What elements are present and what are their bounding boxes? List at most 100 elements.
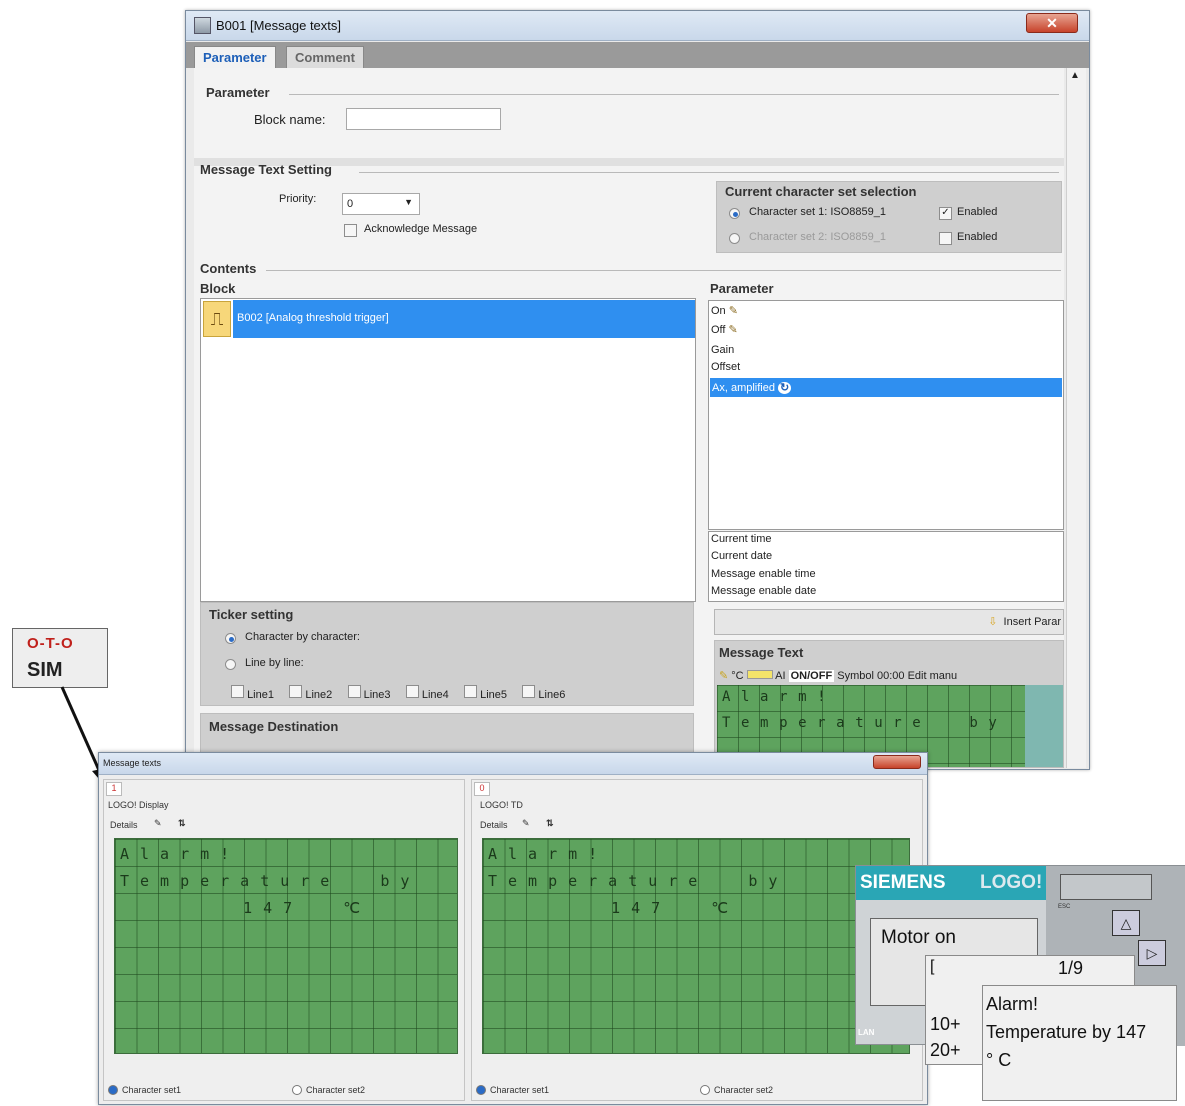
tab-strip: Parameter Comment: [186, 42, 1089, 68]
block-name-label: Block name:: [254, 112, 326, 127]
line5-checkbox[interactable]: [464, 685, 478, 698]
parameter-list[interactable]: On ✎ Off ✎ Gain Offset Ax, amplified ↻: [708, 300, 1064, 530]
priority-label: Priority:: [279, 193, 317, 205]
insert-parameter-button[interactable]: ⇩ Insert Parar: [714, 609, 1064, 635]
edit-icon: ✎: [728, 324, 738, 336]
alarm-message-popup: Alarm! Temperature by 147 ° C: [982, 985, 1177, 1101]
line2-checkbox[interactable]: [289, 685, 303, 698]
close-button[interactable]: ✕: [1026, 13, 1078, 33]
block-list[interactable]: B002 [Analog threshold trigger] ⎍: [200, 298, 696, 602]
message-text-group: Message Text ✎ °C AI ON/OFF Symbol 00:00…: [714, 640, 1064, 768]
charset1-enabled-label: Enabled: [957, 206, 998, 218]
right-charset1-radio[interactable]: [476, 1085, 486, 1095]
contents-title: Contents: [200, 261, 257, 276]
charset2-label: Character set 2: ISO8859_1: [749, 231, 886, 243]
param-item-gain[interactable]: Gain: [711, 344, 734, 356]
toolbar-onoff[interactable]: ON/OFF: [788, 670, 835, 682]
line-by-line-label: Line by line:: [245, 657, 304, 669]
right-charset1-label: Character set1: [490, 1085, 550, 1095]
title-bar[interactable]: B001 [Message texts] ✕: [186, 11, 1089, 41]
acknowledge-label: Acknowledge Message: [364, 223, 478, 235]
toolbar-symbol[interactable]: Symbol: [837, 670, 874, 682]
divider: [289, 94, 1059, 95]
line-checkboxes: Line1 Line2 Line3 Line4 Line5 Line6: [231, 685, 565, 701]
settings-icon[interactable]: ⇅: [178, 818, 186, 829]
chevron-down-icon: ▼: [404, 197, 413, 207]
left-charset2-radio[interactable]: [292, 1085, 302, 1095]
line3-label: Line3: [363, 689, 391, 701]
lan-label: LAN: [858, 1028, 875, 1037]
toolbar-time[interactable]: 00:00: [877, 670, 905, 682]
block-name-input[interactable]: [346, 108, 501, 130]
sub-close-button[interactable]: [873, 755, 921, 769]
priority-select[interactable]: 0 ▼: [342, 193, 420, 215]
message-texts-sim-window: Message texts 1 LOGO! Display Details ✎ …: [98, 752, 928, 1105]
line4-checkbox[interactable]: [405, 685, 419, 698]
charset1-enabled-checkbox[interactable]: ✓: [939, 207, 952, 220]
charset-group: Current character set selection Characte…: [716, 181, 1062, 253]
toolbar-edit-manual[interactable]: Edit manu: [908, 670, 958, 682]
acknowledge-checkbox[interactable]: [344, 224, 357, 237]
tab-parameter[interactable]: Parameter: [194, 46, 276, 68]
insert-arrow-icon: ⇩: [988, 616, 998, 628]
lcd-line-1: Alarm!: [722, 689, 837, 705]
edit-icon[interactable]: ✎: [154, 818, 162, 829]
line1-label: Line1: [247, 689, 274, 701]
charset2-radio[interactable]: [729, 233, 740, 244]
left-tab[interactable]: 1: [106, 782, 122, 796]
logo-brand: LOGO!: [980, 872, 1043, 893]
param-item-on[interactable]: On ✎: [711, 304, 738, 317]
tab-comment[interactable]: Comment: [286, 46, 364, 68]
line-by-line-radio[interactable]: [225, 659, 236, 670]
special-param-list[interactable]: Current time Current date Message enable…: [708, 531, 1064, 602]
device-slot: [1060, 874, 1152, 900]
alarm-line-2: Temperature by 147: [986, 1022, 1147, 1042]
param-message-enable-time[interactable]: Message enable time: [711, 568, 816, 580]
pencil-icon[interactable]: ✎: [719, 670, 728, 682]
param-item-ax-amplified[interactable]: Ax, amplified ↻: [710, 378, 1062, 397]
alarm-line-1: Alarm!: [986, 994, 1039, 1014]
logo-sim-icon[interactable]: O-T-O SIM: [12, 628, 108, 688]
right-tab[interactable]: 0: [474, 782, 490, 796]
up-key-icon[interactable]: △: [1112, 910, 1140, 936]
lcd-overflow-region: [1025, 685, 1063, 767]
right-charset2-label: Character set2: [714, 1085, 774, 1095]
alarm-line-3: ° C: [986, 1050, 1012, 1070]
line3-checkbox[interactable]: [347, 685, 361, 698]
param-current-time[interactable]: Current time: [711, 533, 772, 545]
param-message-enable-date[interactable]: Message enable date: [711, 585, 816, 597]
block-list-item[interactable]: B002 [Analog threshold trigger]: [233, 300, 695, 338]
left-details-label[interactable]: Details: [110, 820, 138, 830]
bar-graph-icon[interactable]: [746, 670, 773, 679]
line6-checkbox[interactable]: [522, 685, 536, 698]
divider: [266, 270, 1061, 271]
edit-icon[interactable]: ✎: [522, 818, 530, 829]
logo-display-title: LOGO! Display: [108, 800, 169, 810]
right-key-icon[interactable]: ▷: [1138, 940, 1166, 966]
param-item-offset[interactable]: Offset: [711, 361, 740, 373]
vertical-scrollbar[interactable]: ▲: [1066, 68, 1086, 768]
charset1-radio[interactable]: [729, 208, 740, 219]
right-charset2-radio[interactable]: [700, 1085, 710, 1095]
priority-value: 0: [347, 198, 354, 210]
toolbar-ai[interactable]: AI: [775, 670, 785, 682]
lcd-line-2: Temperature by: [722, 715, 1008, 731]
sub-title-bar[interactable]: Message texts: [99, 753, 927, 775]
left-lcd-display: Alarm! Temperature by 147 ℃: [114, 838, 458, 1054]
divider: [359, 172, 1059, 173]
charset2-enabled-checkbox[interactable]: [939, 232, 952, 245]
scroll-up-icon[interactable]: ▲: [1070, 70, 1080, 81]
toolbar-degree[interactable]: °C: [731, 670, 743, 682]
line1-checkbox[interactable]: [231, 685, 244, 698]
right-details-label[interactable]: Details: [480, 820, 508, 830]
settings-icon[interactable]: ⇅: [546, 818, 554, 829]
message-text-toolbar: ✎ °C AI ON/OFF Symbol 00:00 Edit manu: [719, 669, 957, 682]
menu-line-1: 10+: [930, 1014, 961, 1034]
sub-window-title: Message texts: [103, 758, 162, 768]
char-by-char-radio[interactable]: [225, 633, 236, 644]
left-charset1-radio[interactable]: [108, 1085, 118, 1095]
left-charset2-label: Character set2: [306, 1085, 366, 1095]
param-item-off[interactable]: Off ✎: [711, 323, 738, 336]
block-icon: [194, 17, 211, 34]
param-current-date[interactable]: Current date: [711, 550, 772, 562]
